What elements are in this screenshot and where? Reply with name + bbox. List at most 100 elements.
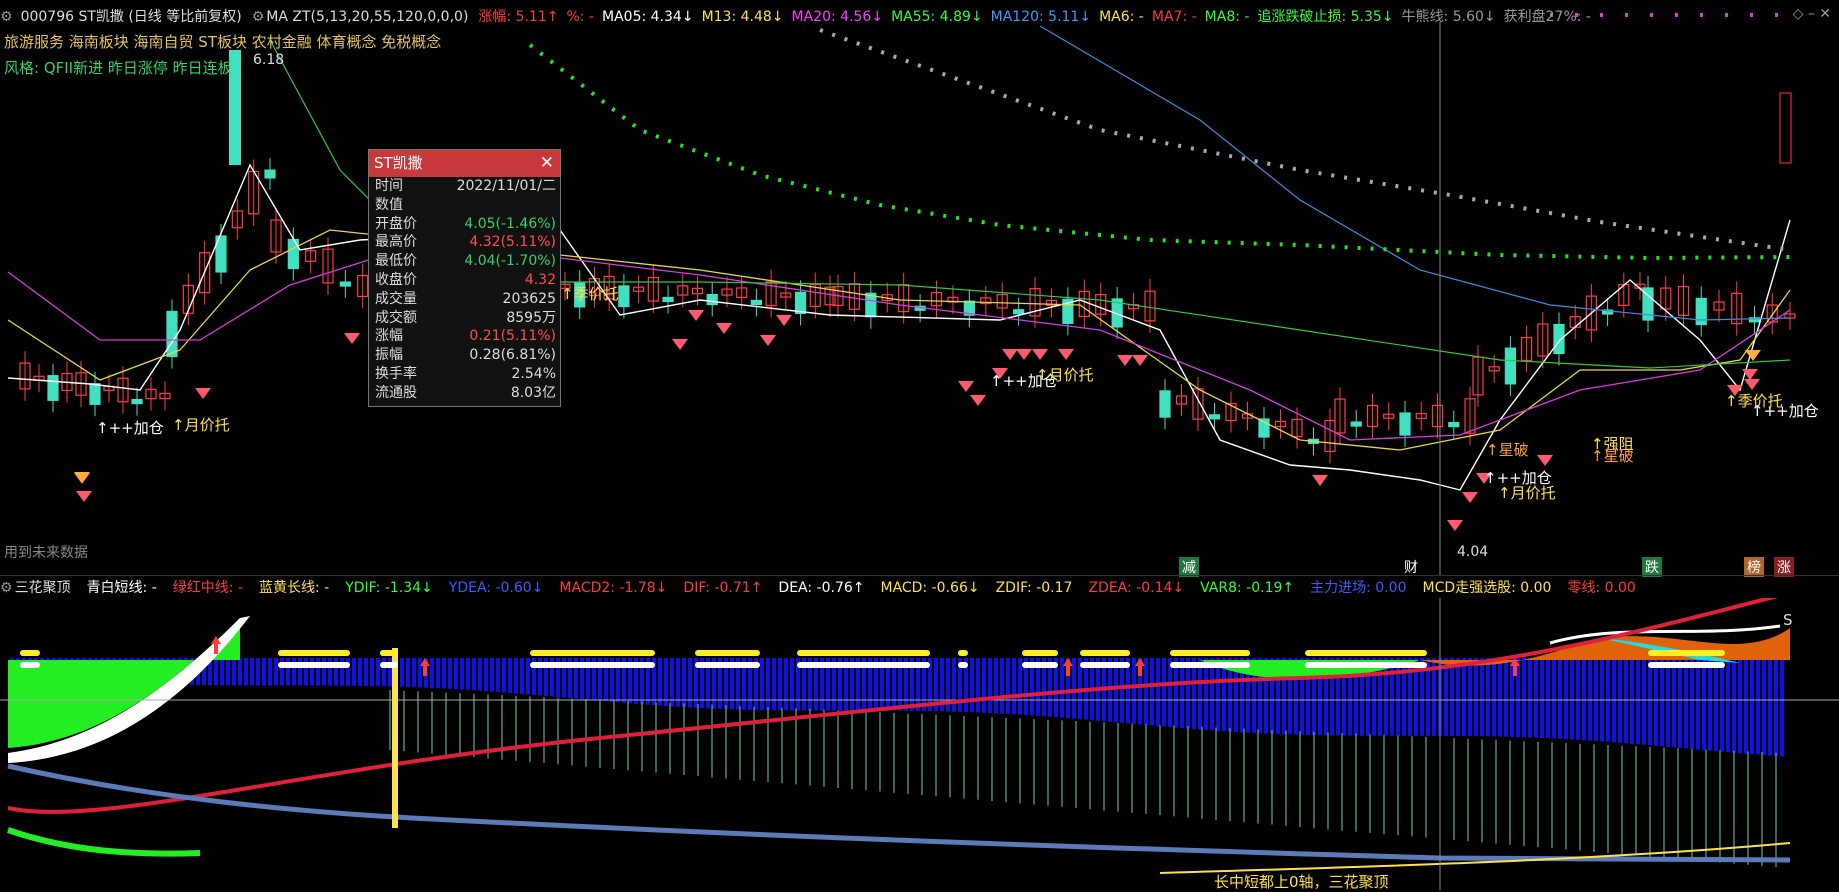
tooltip-row: 振幅 0.28(6.81%) xyxy=(369,346,560,365)
tooltip-row: 收盘价 4.32 xyxy=(369,271,560,290)
indicator-bar xyxy=(352,658,356,686)
close-icon[interactable]: ✕ xyxy=(540,150,554,177)
sub-legend-item: DIF: -0.71↑ xyxy=(683,580,763,596)
indicator-bar xyxy=(1552,658,1556,739)
sub-legend-item: ZDEA: -0.14↓ xyxy=(1088,580,1185,596)
indicator-bar xyxy=(460,658,464,690)
indicator-bar xyxy=(1636,658,1640,745)
diamond-icon[interactable]: ◇ xyxy=(1793,6,1804,22)
indicator-bar xyxy=(358,658,362,686)
signal-marker: ↑星破 xyxy=(1591,447,1634,465)
candle-body xyxy=(865,292,877,318)
candle-body xyxy=(339,281,351,287)
indicator-bar xyxy=(1192,658,1196,730)
close-icon[interactable]: ✕ xyxy=(1819,6,1831,22)
tooltip-value: 4.04(-1.70%) xyxy=(464,253,556,270)
settings-icon[interactable]: ⚙ xyxy=(0,580,13,596)
future-data-note: 用到未来数据 xyxy=(4,545,88,561)
event-tag[interactable]: 跌 xyxy=(1642,557,1662,577)
tooltip-row: 流通股 8.03亿 xyxy=(369,384,560,403)
candle-body xyxy=(47,375,59,401)
indicator-bar xyxy=(1150,658,1154,726)
indicator-bar xyxy=(1564,658,1568,740)
legend-items: 涨幅: 5.11↑ %: - MA05: 4.34↓ M13: 4.48↓ MA20: … xyxy=(478,9,1599,25)
white-signal-bar xyxy=(695,662,760,668)
indicator-bar xyxy=(1768,658,1772,756)
candlestick-chart[interactable] xyxy=(0,0,1839,575)
sub-legend-item: MACD: -0.66↓ xyxy=(880,580,980,596)
ma-line xyxy=(528,43,1791,261)
candle-body xyxy=(1504,347,1517,385)
indicator-bar xyxy=(1132,658,1136,724)
indicator-bar xyxy=(1012,658,1016,715)
ohlc-tooltip[interactable]: ST凯撒 ✕ 时间 2022/11/01/二 数值 开盘价 4.05(-1.46%) 最高价… xyxy=(368,149,561,407)
white-signal-bar xyxy=(20,662,40,668)
indicator-bar xyxy=(1186,658,1190,729)
indicator-bar xyxy=(664,658,668,707)
indicator-bar xyxy=(1396,658,1400,736)
style-tags[interactable]: 风格: QFII新进 昨日涨停 昨日连板 xyxy=(4,57,233,78)
candle-body xyxy=(1159,390,1171,418)
indicator-bar xyxy=(760,658,764,711)
indicator-bar xyxy=(1570,658,1574,740)
event-tag[interactable]: 减 xyxy=(1179,557,1199,577)
indicator-bar xyxy=(1204,658,1208,730)
sub-legend-item: MCD走强选股: 0.00 xyxy=(1422,580,1552,596)
legend-item: MA6: - xyxy=(1099,9,1144,25)
event-tag[interactable]: 榜 xyxy=(1744,557,1764,577)
tooltip-label: 换手率 xyxy=(375,365,417,382)
tooltip-value: 8.03亿 xyxy=(510,384,556,401)
indicator-bar xyxy=(364,658,368,686)
candle-body xyxy=(1013,309,1025,315)
candle-body xyxy=(618,285,630,308)
candle-body xyxy=(1695,297,1707,326)
indicator-bar xyxy=(658,658,662,706)
concept-tags[interactable]: 旅游服务 海南板块 海南自贸 ST板块 农村金融 体育概念 免税概念 xyxy=(4,31,441,52)
signal-marker: ↑季价托 xyxy=(561,285,619,303)
diamond-signal-icon xyxy=(958,381,974,392)
indicator-bar xyxy=(442,658,446,689)
indicator-bar xyxy=(454,658,458,690)
minimize-icon[interactable]: – xyxy=(1808,6,1815,22)
indicator-bar xyxy=(1006,658,1010,714)
white-signal-bar xyxy=(797,662,930,668)
indicator-bar xyxy=(490,658,494,692)
indicator-bar xyxy=(1780,658,1784,757)
candle-body xyxy=(662,296,674,303)
settings-icon[interactable]: ⚙ xyxy=(252,9,265,25)
indicator-bar xyxy=(970,658,974,713)
indicator-bar xyxy=(1642,658,1646,745)
legend-item: 追涨跌破止损: 5.35↓ xyxy=(1257,9,1394,25)
indicator-bar xyxy=(244,658,248,686)
event-tag[interactable]: 涨 xyxy=(1774,557,1794,577)
indicator-bar xyxy=(1774,658,1778,756)
sub-legend-item: 蓝黄长线: - xyxy=(259,580,330,596)
indicator-bar xyxy=(256,658,260,686)
diamond-signal-icon xyxy=(1002,349,1018,360)
window-controls: ◇ – ✕ xyxy=(1793,6,1831,22)
indicator-bar xyxy=(262,658,266,686)
candle-body xyxy=(1779,92,1792,164)
yellow-signal-bar xyxy=(797,650,930,656)
tooltip-header: ST凯撒 ✕ xyxy=(369,150,560,177)
low-price-label: 4.04 xyxy=(1457,544,1489,560)
indicator-bar xyxy=(502,658,506,693)
white-signal-bar xyxy=(530,662,655,668)
sanhua-indicator-chart[interactable] xyxy=(0,598,1839,890)
event-tag[interactable]: 财 xyxy=(1401,557,1421,577)
symbol-title: 000796 ST凯撒 (日线 等比前复权) xyxy=(20,9,242,25)
indicator-bar xyxy=(1210,658,1214,731)
indicator-bar xyxy=(214,658,218,686)
candle-body xyxy=(131,398,143,405)
indicator-bar xyxy=(1648,658,1652,746)
indicator-bar xyxy=(1450,658,1454,736)
sub-legend-item: 零线: 0.00 xyxy=(1567,580,1636,596)
indicator-bar xyxy=(790,658,794,711)
arrow-up-icon xyxy=(1135,658,1145,676)
sub-indicator-title: 三花聚顶 xyxy=(14,580,71,596)
sub-legend-item: 青白短线: - xyxy=(86,580,157,596)
indicator-bar xyxy=(784,658,788,711)
s-label: S xyxy=(1783,611,1793,629)
candle-body xyxy=(1553,323,1565,355)
settings-icon[interactable]: ⚙ xyxy=(0,9,13,25)
